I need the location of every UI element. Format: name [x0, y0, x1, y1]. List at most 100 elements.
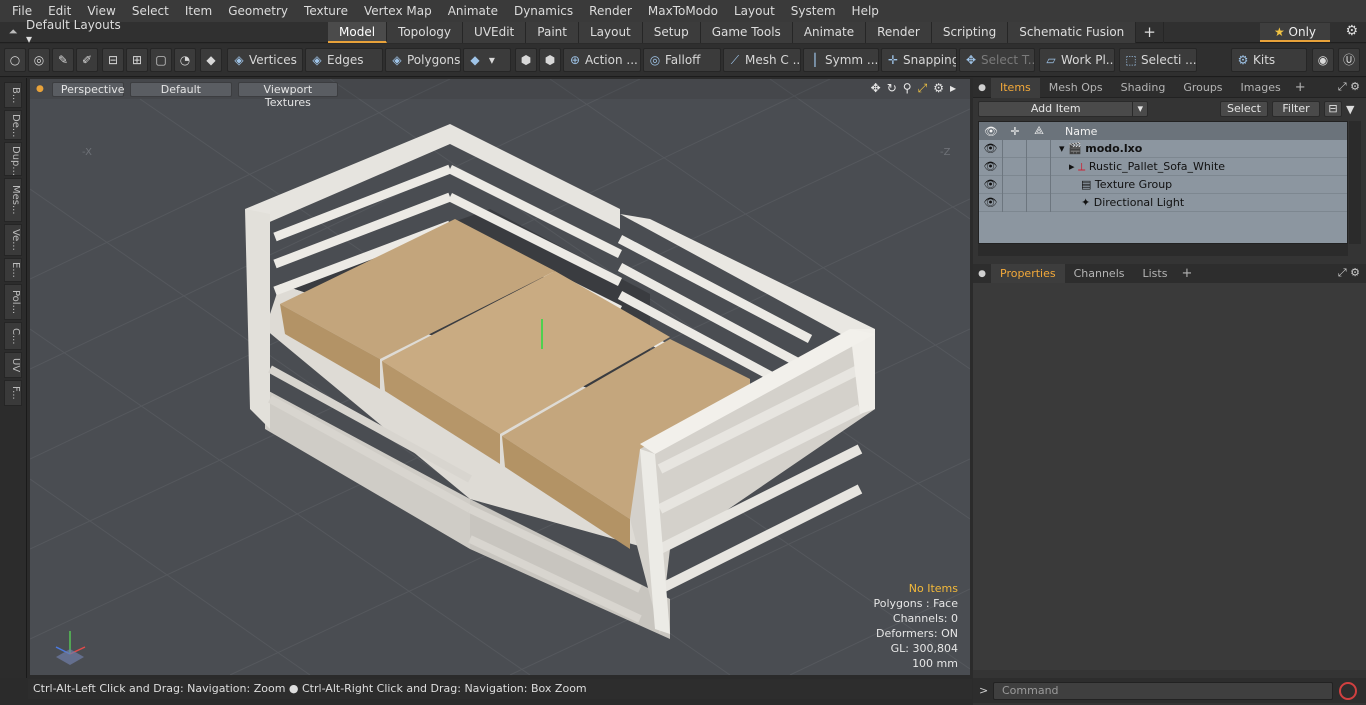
tab-lists[interactable]: Lists — [1134, 264, 1177, 284]
tab-uvedit[interactable]: UVEdit — [463, 22, 527, 43]
rotate-icon[interactable]: ↻ — [887, 81, 897, 96]
tab-render[interactable]: Render — [866, 22, 932, 43]
menu-system[interactable]: System — [783, 0, 844, 22]
command-input[interactable]: Command — [993, 681, 1333, 700]
lock-cell[interactable] — [1003, 139, 1027, 158]
eye-icon[interactable]: 👁 — [979, 193, 1003, 212]
tab-scripting[interactable]: Scripting — [931, 22, 1009, 43]
menu-item[interactable]: Item — [177, 0, 220, 22]
viewport-textures-dropdown[interactable]: Viewport Textures — [237, 81, 338, 109]
render-cell[interactable] — [1027, 157, 1051, 176]
action-center-button[interactable]: ⊕ Action ... — [563, 48, 641, 72]
selection-sets-button[interactable]: ⬚ Selecti ... — [1119, 48, 1197, 72]
tab-schematic-fusion[interactable]: Schematic Fusion — [1008, 22, 1137, 43]
eye-icon[interactable]: 👁 — [979, 157, 1003, 176]
side-tab-mesh-edit[interactable]: Mes... — [4, 178, 22, 222]
kits-button[interactable]: ⚙ Kits — [1231, 48, 1307, 72]
menu-maxtomodo[interactable]: MaxToModo — [640, 0, 726, 22]
tab-images[interactable]: Images — [1232, 78, 1290, 98]
funnel-icon[interactable]: ▼ — [1346, 103, 1354, 116]
expand-arrow-icon[interactable]: ▸ — [950, 81, 956, 96]
layout-collapse-icon[interactable]: ⏶ — [0, 25, 26, 39]
tab-game-tools[interactable]: Game Tools — [700, 22, 793, 43]
lock-cell[interactable] — [1003, 175, 1027, 194]
expand-triangle-icon[interactable]: ▾ — [1059, 142, 1065, 155]
menu-help[interactable]: Help — [844, 0, 887, 22]
unreal-icon[interactable]: Ⓤ — [1338, 48, 1360, 72]
collapsed-triangle-icon[interactable]: ▸ — [1069, 160, 1075, 173]
brush-icon[interactable]: ✐ — [76, 48, 98, 72]
select-circle-icon[interactable]: ○ — [4, 48, 26, 72]
item-list-hscroll[interactable] — [978, 244, 1348, 256]
sofa-model[interactable] — [245, 124, 875, 639]
eye-icon[interactable]: 👁 — [979, 139, 1003, 158]
tab-properties[interactable]: Properties — [991, 263, 1065, 284]
properties-maximize-gear-icon[interactable]: ⤢ ⚙ — [1338, 266, 1360, 280]
viewport-gear-icon[interactable]: ⚙ — [933, 81, 944, 96]
perspective-dropdown[interactable]: Perspective — [51, 81, 125, 97]
filter-button[interactable]: Filter — [1272, 101, 1320, 117]
side-tab-deform[interactable]: De... — [4, 110, 22, 140]
tab-model[interactable]: Model — [328, 22, 388, 43]
center-icon[interactable]: ⊞ — [126, 48, 148, 72]
item-list-vscroll[interactable] — [1349, 121, 1361, 244]
falloff-button[interactable]: ◎ Falloff — [643, 48, 721, 72]
add-panel-tab-button[interactable]: + — [1290, 78, 1311, 98]
panel-maximize-gear-icon[interactable]: ⤢ ⚙ — [1338, 80, 1360, 94]
tab-channels[interactable]: Channels — [1065, 264, 1134, 284]
shield-icon[interactable]: ⬢ — [515, 48, 537, 72]
tree-row-mesh[interactable]: 👁 ▸ ⟂ Rustic_Pallet_Sofa_White — [979, 157, 1347, 176]
cube-shade-icon[interactable]: ◆ — [200, 48, 222, 72]
tab-layout[interactable]: Layout — [578, 22, 643, 43]
name-column-header[interactable]: Name — [1051, 125, 1097, 138]
tab-shading[interactable]: Shading — [1112, 78, 1175, 98]
tab-items[interactable]: Items — [991, 77, 1040, 98]
square-icon[interactable]: ▢ — [150, 48, 172, 72]
side-tab-uv[interactable]: UV — [4, 352, 22, 378]
menu-dynamics[interactable]: Dynamics — [506, 0, 581, 22]
panel-menu-dot-icon[interactable]: ● — [973, 83, 991, 93]
render-cell[interactable] — [1027, 139, 1051, 158]
viewport-menu-dot-icon[interactable]: ● — [36, 84, 44, 94]
side-tab-vertex[interactable]: Ve... — [4, 224, 22, 256]
menu-layout[interactable]: Layout — [726, 0, 783, 22]
side-tab-duplicate[interactable]: Dup... — [4, 142, 22, 176]
select-through-button[interactable]: ✥ Select T... — [959, 48, 1035, 72]
snapping-button[interactable]: ✛ Snapping — [881, 48, 957, 72]
menu-geometry[interactable]: Geometry — [220, 0, 296, 22]
add-item-button[interactable]: Add Item ▾ — [978, 101, 1148, 117]
menu-render[interactable]: Render — [581, 0, 640, 22]
collapse-icon[interactable]: ⊟ — [1324, 101, 1342, 117]
lock-cell[interactable] — [1003, 193, 1027, 212]
menu-vertex-map[interactable]: Vertex Map — [356, 0, 440, 22]
shield-alt-icon[interactable]: ⬢ — [539, 48, 561, 72]
tab-mesh-ops[interactable]: Mesh Ops — [1040, 78, 1112, 98]
tab-paint[interactable]: Paint — [526, 22, 579, 43]
only-toggle[interactable]: ★ Only — [1260, 23, 1330, 42]
unity-icon[interactable]: ◉ — [1312, 48, 1334, 72]
tab-groups[interactable]: Groups — [1174, 78, 1231, 98]
stop-record-icon[interactable] — [1339, 681, 1357, 700]
polygons-button[interactable]: ◈ Polygons — [385, 48, 461, 72]
side-tab-fusion[interactable]: F... — [4, 380, 22, 406]
edges-button[interactable]: ◈ Edges — [305, 48, 383, 72]
fit-icon[interactable]: ⤢ — [918, 81, 928, 96]
render-cell[interactable] — [1027, 175, 1051, 194]
dial-icon[interactable]: ◔ — [174, 48, 196, 72]
globe-icon[interactable]: ◎ — [28, 48, 50, 72]
tree-row-modo-lxo[interactable]: 👁 ▾ 🎬 modo.lxo — [979, 139, 1347, 158]
select-button[interactable]: Select — [1220, 101, 1268, 117]
side-tab-polygon[interactable]: Pol... — [4, 284, 22, 320]
side-tab-curve[interactable]: C... — [4, 322, 22, 350]
layouts-dropdown[interactable]: Default Layouts ▾ — [26, 18, 126, 46]
add-prop-tab-button[interactable]: + — [1176, 264, 1197, 284]
work-plane-button[interactable]: ▱ Work Pl... — [1039, 48, 1115, 72]
vertices-button[interactable]: ◈ Vertices — [227, 48, 303, 72]
eye-icon[interactable]: 👁 — [979, 175, 1003, 194]
zoom-icon[interactable]: ⚲ — [903, 81, 912, 96]
properties-menu-dot-icon[interactable]: ● — [973, 269, 991, 279]
add-tab-button[interactable]: + — [1136, 22, 1164, 43]
pan-icon[interactable]: ✥ — [871, 81, 881, 96]
tab-topology[interactable]: Topology — [387, 22, 464, 43]
tree-row-texture-group[interactable]: 👁 ▤ Texture Group — [979, 175, 1347, 194]
